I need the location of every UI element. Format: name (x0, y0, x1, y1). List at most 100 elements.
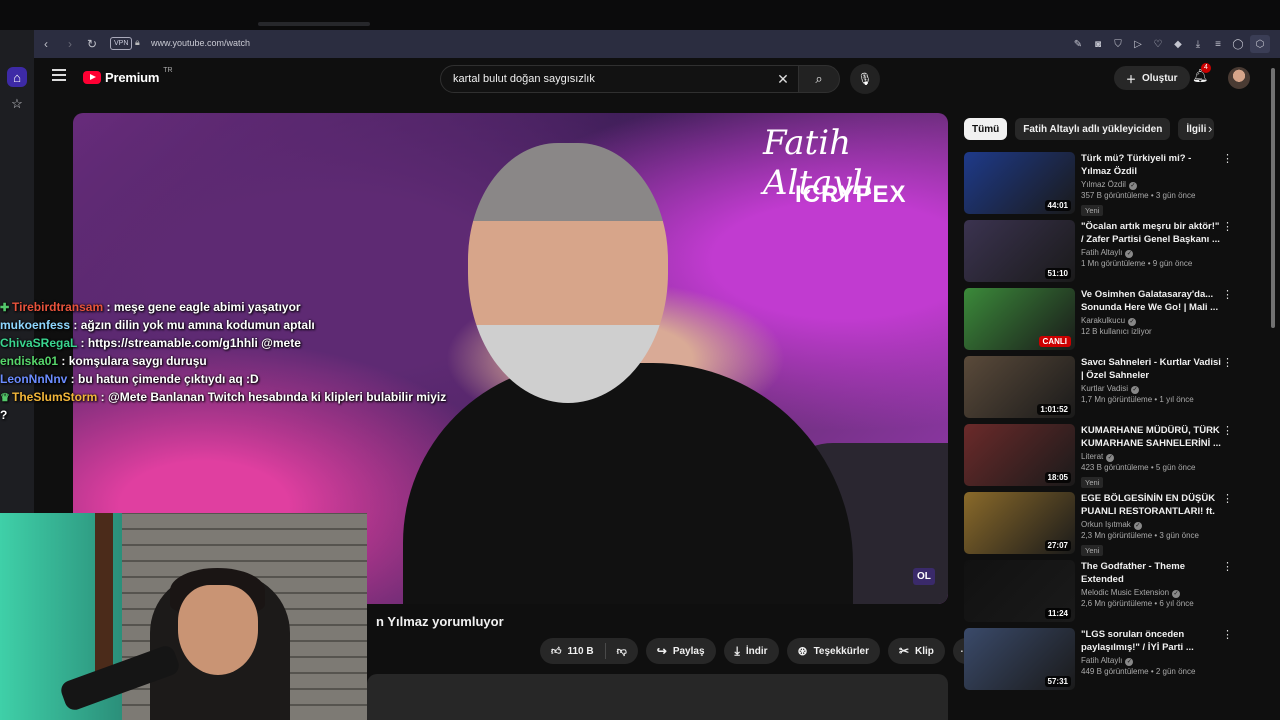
chip-1[interactable]: Fatih Altaylı adlı yükleyiciden (1015, 118, 1171, 140)
heart-icon[interactable]: ♡ (1150, 36, 1166, 52)
recommendation-item[interactable]: 1:01:52 Savcı Sahneleri - Kurtlar Vadisi … (964, 356, 1239, 424)
forward-icon[interactable]: › (60, 30, 80, 58)
video-thumbnail[interactable]: 44:01 (964, 152, 1075, 214)
duration-badge: 18:05 (1044, 472, 1071, 483)
sponsor-watermark: ICRYPEX (795, 181, 907, 208)
edit-icon[interactable]: ✎ (1070, 36, 1086, 52)
chip-0[interactable]: Tümü (964, 118, 1008, 140)
like-count: 110 B (567, 645, 594, 657)
menu-icon[interactable] (52, 69, 66, 81)
browser-tab[interactable] (258, 22, 370, 26)
recommendation-item[interactable]: 11:24 The Godfather - Theme Extended Melod… (964, 560, 1239, 628)
chat-username[interactable]: mukoenfess (0, 318, 70, 332)
star-icon[interactable]: ☆ (7, 94, 27, 114)
video-thumbnail[interactable]: 1:01:52 (964, 356, 1075, 418)
chat-username[interactable]: endiska01 (0, 354, 58, 368)
create-button[interactable]: ＋ Oluştur (1114, 66, 1190, 90)
dislike-button[interactable]: 👎︎ (606, 638, 638, 664)
channel-name[interactable]: Fatih Altaylı ✓ (1081, 248, 1221, 258)
video-title[interactable]: "LGS soruları önceden paylaşılmış!" / İY… (1081, 628, 1221, 654)
kebab-menu-icon[interactable]: ⋮ (1222, 288, 1233, 301)
duration-badge: 27:07 (1044, 540, 1071, 551)
chat-separator: : (103, 300, 114, 314)
video-thumbnail[interactable]: 51:10 (964, 220, 1075, 282)
channel-label: Kurtlar Vadisi (1081, 384, 1128, 393)
video-thumbnail[interactable]: 18:05 (964, 424, 1075, 486)
recommendation-item[interactable]: 57:31 "LGS soruları önceden paylaşılmış!"… (964, 628, 1239, 696)
video-thumbnail[interactable]: 57:31 (964, 628, 1075, 690)
search-button[interactable]: ⌕ (798, 65, 840, 93)
streamer-webcam (0, 513, 367, 720)
profile-icon[interactable]: ◯ (1230, 36, 1246, 52)
cube-icon[interactable]: ◆ (1170, 36, 1186, 52)
avatar[interactable] (1228, 67, 1250, 89)
extension-icon[interactable]: ⬡ (1250, 35, 1270, 53)
home-icon[interactable]: ⌂ (7, 67, 27, 87)
kebab-menu-icon[interactable]: ⋮ (1222, 152, 1233, 165)
description-box[interactable] (367, 674, 948, 720)
channel-name[interactable]: Fatih Altaylı ✓ (1081, 656, 1221, 666)
download-icon[interactable]: ⤓ (1190, 36, 1206, 52)
clip-button[interactable]: ✂ Klip (887, 638, 945, 664)
back-icon[interactable]: ‹ (36, 30, 56, 58)
like-button[interactable]: 👍︎ 110 B (540, 638, 605, 664)
chat-username[interactable]: LeonNnNnv (0, 372, 67, 386)
download-button[interactable]: ⤓ İndir (723, 638, 779, 664)
shield-icon[interactable]: ⛉ (1110, 36, 1126, 52)
recommendation-item[interactable]: 44:01 Türk mü? Türkiyeli mi? - Yılmaz Özd… (964, 152, 1239, 220)
video-thumbnail[interactable]: CANLI (964, 288, 1075, 350)
chat-username[interactable]: ChivaSRegaL (0, 336, 77, 350)
video-thumbnail[interactable]: 11:24 (964, 560, 1075, 622)
kebab-menu-icon[interactable]: ⋮ (1222, 492, 1233, 505)
kebab-menu-icon[interactable]: ⋮ (1222, 628, 1233, 641)
channel-name[interactable]: Kurtlar Vadisi ✓ (1081, 384, 1221, 394)
share-button[interactable]: ↪ Paylaş (645, 638, 716, 664)
video-title[interactable]: KUMARHANE MÜDÜRÜ, TÜRK KUMARHANE SAHNELE… (1081, 424, 1221, 450)
channel-name[interactable]: Orkun Işıtmak ✓ (1081, 520, 1221, 530)
video-meta: 2,3 Mn görüntüleme • 3 gün önce (1081, 531, 1199, 540)
scrollbar-thumb[interactable] (1271, 68, 1275, 328)
youtube-logo[interactable]: Premium TR (83, 67, 173, 85)
video-title[interactable]: Türk mü? Türkiyeli mi? - Yılmaz Özdil (1081, 152, 1221, 178)
chevron-right-icon[interactable]: › (1208, 121, 1212, 136)
search-query[interactable]: kartal bulut doğan saygısızlık (453, 73, 768, 85)
clip-label: Klip (915, 645, 934, 657)
chat-message: ✚ Tirebirdtransam : meşe gene eagle abimi… (0, 300, 470, 314)
recommendation-item[interactable]: 51:10 "Öcalan artık meşru bir aktör!" / Z… (964, 220, 1239, 288)
channel-name[interactable]: Karakulkucu ✓ (1081, 316, 1221, 326)
chat-username[interactable]: Tirebirdtransam (12, 300, 103, 314)
thanks-button[interactable]: ⊛ Teşekkürler (786, 638, 880, 664)
close-icon[interactable]: ✕ (768, 71, 798, 88)
kebab-menu-icon[interactable]: ⋮ (1222, 560, 1233, 573)
channel-name[interactable]: Literat ✓ (1081, 452, 1221, 462)
lock-icon[interactable]: 🔒︎ (135, 37, 140, 48)
video-title[interactable]: The Godfather - Theme Extended (1081, 560, 1221, 586)
bell-icon[interactable]: 🔔︎ 4 (1192, 63, 1211, 84)
play-icon[interactable]: ▷ (1130, 36, 1146, 52)
video-title[interactable]: "Öcalan artık meşru bir aktör!" / Zafer … (1081, 220, 1221, 246)
video-meta: 2,6 Mn görüntüleme • 6 yıl önce (1081, 599, 1194, 608)
menu-icon[interactable]: ≡ (1210, 36, 1226, 52)
recommendation-item[interactable]: 27:07 EGE BÖLGESİNİN EN DÜŞÜK PUANLI REST… (964, 492, 1239, 560)
kebab-menu-icon[interactable]: ⋮ (1222, 220, 1233, 233)
scrollbar[interactable] (1270, 60, 1276, 720)
url-field[interactable]: www.youtube.com/watch (151, 38, 250, 48)
video-title[interactable]: Ve Osimhen Galatasaray'da... Sonunda Her… (1081, 288, 1221, 314)
kebab-menu-icon[interactable]: ⋮ (1222, 424, 1233, 437)
video-info: The Godfather - Theme Extended Melodic Mu… (1081, 560, 1221, 608)
recommendation-item[interactable]: CANLI Ve Osimhen Galatasaray'da... Sonund… (964, 288, 1239, 356)
vpn-badge[interactable]: VPN (110, 37, 133, 50)
mic-icon[interactable]: 🎙︎ (850, 64, 880, 94)
video-title[interactable]: Savcı Sahneleri - Kurtlar Vadisi | Özel … (1081, 356, 1221, 382)
kebab-menu-icon[interactable]: ⋮ (1222, 356, 1233, 369)
chat-username[interactable]: TheSlumStorm (12, 390, 97, 404)
camera-icon[interactable]: ◙ (1090, 36, 1106, 52)
channel-name[interactable]: Yılmaz Özdil ✓ (1081, 180, 1221, 190)
channel-name[interactable]: Melodic Music Extension ✓ (1081, 588, 1221, 598)
video-thumbnail[interactable]: 27:07 (964, 492, 1075, 554)
recommendation-item[interactable]: 18:05 KUMARHANE MÜDÜRÜ, TÜRK KUMARHANE SA… (964, 424, 1239, 492)
reload-icon[interactable]: ↻ (82, 30, 102, 58)
chat-text: bu hatun çimende çıktıydı aq :D (78, 372, 259, 386)
video-title[interactable]: EGE BÖLGESİNİN EN DÜŞÜK PUANLI RESTORANT… (1081, 492, 1221, 518)
search-input[interactable]: kartal bulut doğan saygısızlık ✕ (440, 65, 799, 93)
